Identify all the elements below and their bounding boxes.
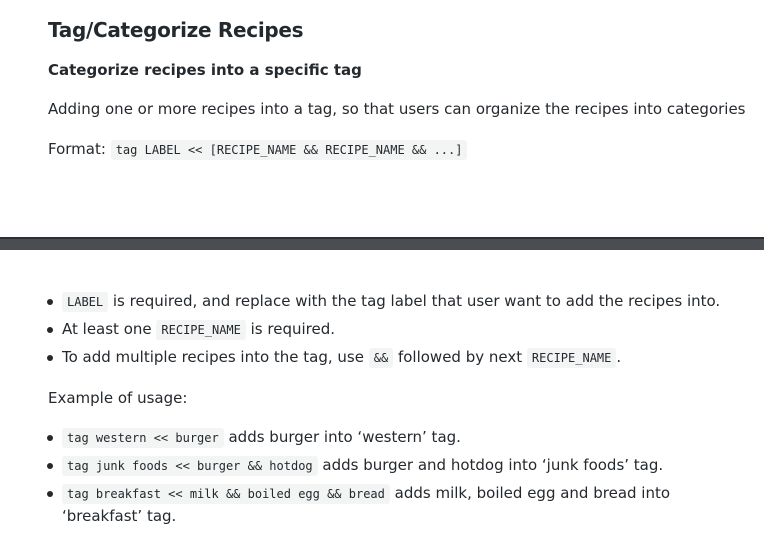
page-heading: Tag/Categorize Recipes [48,18,304,42]
list-item-text: adds burger into ‘western’ tag. [223,428,461,446]
format-label: Format: [48,140,106,158]
label-code: LABEL [62,292,109,312]
format-code: tag LABEL << [RECIPE_NAME && RECIPE_NAME… [110,140,468,160]
list-item-text: adds milk, boiled egg and bread into [389,484,671,502]
list-item: tag breakfast << milk && boiled egg && b… [46,484,671,525]
recipe-name-code: RECIPE_NAME [156,320,246,340]
list-item: tag junk foods << burger && hotdog adds … [46,456,664,476]
list-item-text: adds burger and hotdog into ‘junk foods’… [317,456,664,474]
list-item-text: At least one [62,320,157,338]
recipe-name-code: RECIPE_NAME [526,348,617,368]
example-code: tag breakfast << milk && boiled egg && b… [62,484,390,504]
example-code: tag western << burger [62,428,224,448]
format-line: Format: tag LABEL << [RECIPE_NAME && REC… [48,140,468,160]
example-code: tag junk foods << burger && hotdog [62,456,318,476]
list-item-text: . [616,348,622,366]
list-item-text: To add multiple recipes into the tag, us… [62,348,369,366]
list-item: tag western << burger adds burger into ‘… [47,428,461,448]
list-item-text: ‘breakfast’ tag. [62,507,177,525]
list-item-text: is required, and replace with the tag la… [108,292,721,310]
list-item-text: followed by next [393,348,527,366]
and-operator-code: && [368,348,394,368]
list-item: To add multiple recipes into the tag, us… [46,348,622,368]
usage-label: Example of usage: [48,389,188,407]
list-item: LABEL is required, and replace with the … [46,292,721,312]
description: Adding one or more recipes into a tag, s… [48,100,746,118]
page-divider [0,237,764,250]
list-item-text: is required. [245,320,336,338]
section-subheading: Categorize recipes into a specific tag [48,61,362,79]
list-item: At least one RECIPE_NAME is required. [46,320,336,340]
